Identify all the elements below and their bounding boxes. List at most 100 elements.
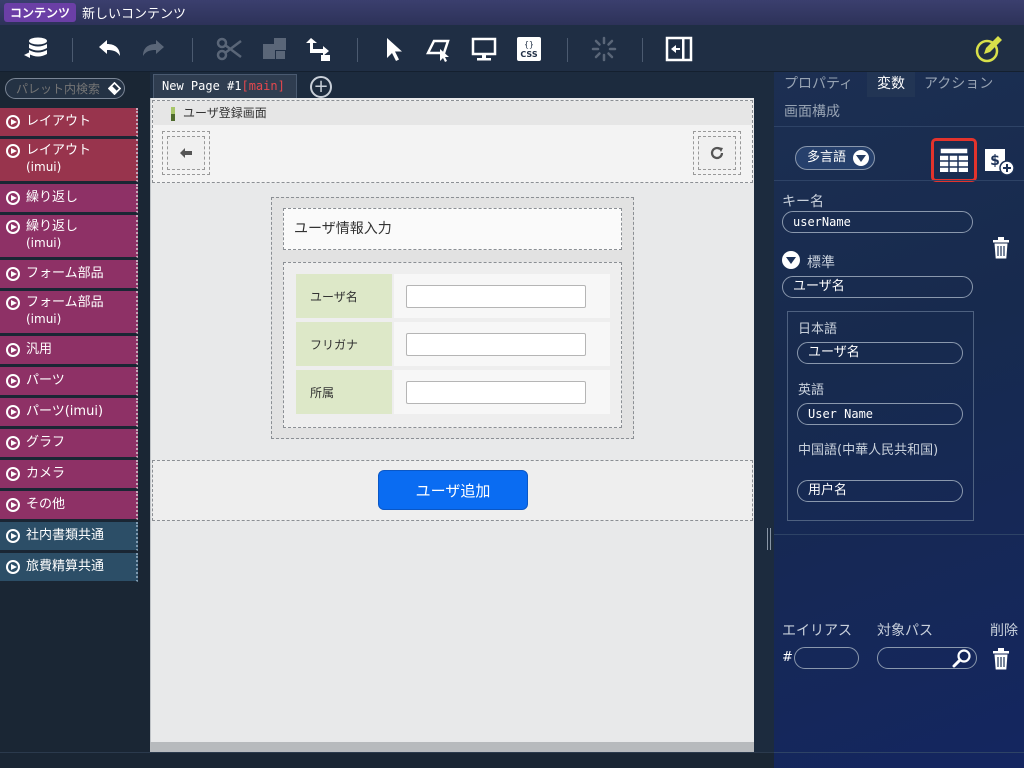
table-button[interactable] (931, 138, 977, 182)
form-text-input[interactable] (406, 333, 586, 356)
header-title-bar[interactable]: ユーザ登録画面 (153, 101, 752, 125)
palette-item-label: 繰り返し (26, 219, 79, 234)
play-circle-icon (6, 374, 20, 388)
palette-item-label: 繰り返し (26, 190, 79, 205)
palette-item[interactable]: パーツ (0, 367, 138, 396)
status-bar (0, 752, 774, 768)
pointer-icon[interactable] (378, 33, 410, 65)
database-icon[interactable] (20, 33, 52, 65)
form-text-input[interactable] (406, 285, 586, 308)
multilang-dropdown[interactable]: 多言語 (795, 146, 875, 170)
key-name-input[interactable]: userName (782, 211, 973, 233)
palette-item-label: フォーム部品 (26, 266, 104, 281)
css-icon[interactable]: {} CSS (513, 33, 545, 65)
palette-item[interactable]: フォーム部品 (imui) (0, 291, 138, 334)
palette-item[interactable]: レイアウト (imui) (0, 139, 138, 182)
delete-label: 削除 (990, 623, 1018, 639)
header-title: ユーザ登録画面 (183, 106, 267, 120)
palette-item-label: 汎用 (26, 342, 53, 357)
search-icon[interactable] (952, 648, 972, 668)
add-variable-icon[interactable]: $ (983, 146, 1015, 176)
palette-item-sublabel: (imui) (26, 236, 62, 250)
tab-screen-structure[interactable]: 画面構成 (784, 101, 840, 121)
svg-text:{}: {} (524, 40, 534, 49)
table-icon (939, 147, 969, 172)
play-circle-icon (6, 220, 20, 234)
canvas-horizontal-scrollbar[interactable] (150, 742, 754, 752)
redo-icon[interactable] (138, 33, 170, 65)
play-circle-icon (6, 498, 20, 512)
language-value-input[interactable]: User Name (797, 403, 963, 425)
tab-actions[interactable]: アクション (914, 72, 1003, 97)
palette-item-label: グラフ (26, 435, 66, 450)
language-value-input[interactable]: 用户名 (797, 480, 963, 502)
edit-icon[interactable] (972, 33, 1004, 65)
tab-properties[interactable]: プロパティ (774, 72, 863, 97)
back-button[interactable] (162, 131, 210, 175)
palette-item-label: レイアウト (26, 114, 92, 129)
alias-input[interactable] (794, 647, 859, 669)
play-circle-icon (6, 405, 20, 419)
palette-item[interactable]: レイアウト (0, 108, 138, 137)
palette-item-label: フォーム部品 (26, 295, 104, 310)
svg-text:$: $ (990, 153, 1000, 169)
eraser-icon[interactable] (108, 82, 121, 95)
palette-item-sublabel: (imui) (26, 312, 62, 326)
palette-item[interactable]: 社内書類共通 (0, 522, 138, 551)
palette-item[interactable]: 繰り返し (imui) (0, 215, 138, 258)
form-text-input[interactable] (406, 381, 586, 404)
component-icon[interactable] (423, 33, 455, 65)
palette-item-label: パーツ(imui) (26, 404, 104, 419)
play-circle-icon (6, 467, 20, 481)
language-label: 日本語 (798, 322, 838, 337)
palette-item[interactable]: 汎用 (0, 336, 138, 365)
add-user-button[interactable]: ユーザ追加 (378, 470, 528, 510)
palette-item-label: 旅費精算共通 (26, 559, 105, 574)
palette-item[interactable]: フォーム部品 (0, 260, 138, 289)
tab-variables[interactable]: 変数 (867, 72, 915, 97)
play-circle-icon (6, 560, 20, 574)
add-tab-button[interactable]: + (310, 76, 332, 98)
play-circle-icon (6, 296, 20, 310)
page-tabs: New Page #1[main] + (150, 72, 764, 98)
refresh-button[interactable] (693, 131, 741, 175)
palette-item[interactable]: その他 (0, 491, 138, 520)
tree-icon[interactable] (303, 33, 335, 65)
palette-item[interactable]: グラフ (0, 429, 138, 458)
palette-item[interactable]: パーツ(imui) (0, 398, 138, 427)
palette-search-input[interactable] (5, 78, 125, 99)
loading-icon[interactable] (588, 33, 620, 65)
svg-text:CSS: CSS (520, 50, 537, 59)
content-badge: コンテンツ (4, 3, 77, 22)
screen-transition-icon[interactable] (663, 33, 695, 65)
palette-item[interactable]: カメラ (0, 460, 138, 489)
play-circle-icon (6, 144, 20, 158)
play-circle-icon (6, 529, 20, 543)
right-splitter[interactable] (764, 72, 774, 768)
language-label: 中国語(中華人民共和国) (798, 443, 939, 458)
undo-icon[interactable] (93, 33, 125, 65)
language-value-input[interactable]: ユーザ名 (797, 342, 963, 364)
form-row-label: 所属 (296, 370, 392, 414)
play-circle-icon (6, 436, 20, 450)
standard-value-input[interactable]: ユーザ名 (782, 276, 973, 298)
palette-item-sublabel: (imui) (26, 160, 62, 174)
left-splitter[interactable] (140, 72, 150, 768)
form-title[interactable]: ユーザ情報入力 (283, 208, 622, 250)
trash-icon[interactable] (991, 236, 1011, 260)
monitor-icon[interactable] (468, 33, 500, 65)
tab-new-page[interactable]: New Page #1[main] (153, 74, 297, 98)
canvas-vertical-scroll[interactable] (754, 98, 764, 752)
alias-label: エイリアス (782, 623, 852, 639)
palette-item-label: パーツ (26, 373, 65, 388)
standard-toggle-icon[interactable] (782, 251, 800, 269)
play-circle-icon (6, 191, 20, 205)
trash-icon[interactable] (991, 647, 1011, 671)
palette-item[interactable]: 繰り返し (0, 184, 138, 213)
palette-item-label: その他 (26, 497, 66, 512)
palette-item-label: カメラ (26, 466, 66, 481)
palette-item[interactable]: 旅費精算共通 (0, 553, 138, 582)
play-circle-icon (6, 343, 20, 357)
copy-icon[interactable] (258, 33, 290, 65)
cut-icon[interactable] (213, 33, 245, 65)
